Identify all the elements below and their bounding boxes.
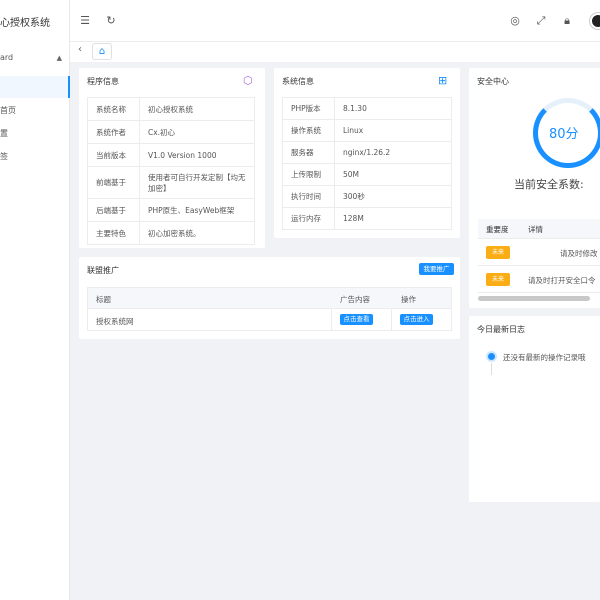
sidebar-item-active[interactable] <box>0 76 70 98</box>
log-card: 今日最新日志 <box>469 316 600 502</box>
view-ad-button[interactable]: 点击查看 <box>340 314 373 325</box>
app-brand: 心授权系统 <box>0 18 50 29</box>
caret-up-icon: ▲ <box>56 54 62 62</box>
cell-key: 系统名称 <box>87 97 140 121</box>
cell-value: 50M <box>334 163 452 186</box>
table-row: 未来 请及时修改 <box>478 240 600 266</box>
cell-key: 运行内存 <box>282 207 335 230</box>
cell-key: 执行时间 <box>282 185 335 208</box>
importance-badge: 未来 <box>486 273 510 286</box>
col-content: 广告内容 <box>340 295 370 304</box>
table-row: 操作系统 Linux <box>282 119 452 142</box>
program-info-title: 程序信息 <box>87 77 119 86</box>
log-empty-text: 还没有最新的操作记录哦 <box>503 353 586 362</box>
top-bar: ☰ ↻ ◎ ⤢ 🔒︎ <box>70 0 600 42</box>
importance-badge: 未来 <box>486 246 510 259</box>
sidebar-group-label: ard <box>0 53 14 62</box>
col-importance: 重要度 <box>486 225 509 234</box>
timeline-line <box>491 363 492 375</box>
cell-value: V1.0 Version 1000 <box>139 143 255 167</box>
promo-table-header: 标题 广告内容 操作 <box>87 287 452 309</box>
cell-value: 300秒 <box>334 185 452 208</box>
table-row: 上传限制 50M <box>282 163 452 186</box>
cell-value: Cx.初心 <box>139 120 255 144</box>
table-row: 前端基于 使用者可自行开发定制【均无加密】 <box>87 166 255 199</box>
program-info-table: 系统名称 初心授权系统 系统作者 Cx.初心 当前版本 V1.0 Version 10… <box>87 97 255 245</box>
sidebar: 心授权系统 ard ▲ 首页 置 签 <box>0 0 70 600</box>
table-row: 授权系统网 点击查看 点击进入 <box>87 309 452 331</box>
cell-value: 使用者可自行开发定制【均无加密】 <box>139 166 255 199</box>
tab-bar: ‹ ⌂ <box>70 42 600 62</box>
cell-value: 初心授权系统 <box>139 97 255 121</box>
security-detail: 请及时打开安全口令 <box>528 276 596 285</box>
refresh-icon[interactable]: ↻ <box>104 14 118 28</box>
table-row: 当前版本 V1.0 Version 1000 <box>87 143 255 167</box>
cell-value: 初心加密系统。 <box>139 221 255 245</box>
table-row: 服务器 nginx/1.26.2 <box>282 141 452 164</box>
timeline-dot <box>488 353 495 360</box>
cell-key: 前端基于 <box>87 166 140 199</box>
cell-value: 8.1.30 <box>334 97 452 120</box>
promo-row-title: 授权系统网 <box>96 317 134 326</box>
cell-key: 上传限制 <box>282 163 335 186</box>
home-icon: ⌂ <box>98 46 106 57</box>
lock-icon[interactable]: 🔒︎ <box>560 14 574 28</box>
cell-key: 当前版本 <box>87 143 140 167</box>
promo-title: 联盟推广 <box>87 266 119 275</box>
cell-value: PHP原生、EasyWeb框架 <box>139 198 255 222</box>
theme-icon[interactable]: ◎ <box>508 14 522 28</box>
menu-fold-icon[interactable]: ☰ <box>78 14 92 28</box>
chevron-left-icon[interactable]: ‹ <box>78 44 82 55</box>
security-score-label-text: 当前安全系数: <box>514 178 584 191</box>
col-title: 标题 <box>96 295 111 304</box>
column-divider <box>331 309 332 330</box>
sidebar-item-settings[interactable]: 置 <box>0 128 8 139</box>
cell-key: 后端基于 <box>87 198 140 222</box>
cube-icon: ⬡ <box>243 74 253 87</box>
cell-key: PHP版本 <box>282 97 335 120</box>
horizontal-scrollbar[interactable] <box>478 296 590 301</box>
cell-key: 系统作者 <box>87 120 140 144</box>
sidebar-item-home[interactable]: 首页 <box>0 105 16 116</box>
cell-key: 操作系统 <box>282 119 335 142</box>
table-row: 后端基于 PHP原生、EasyWeb框架 <box>87 198 255 222</box>
table-row: PHP版本 8.1.30 <box>282 97 452 120</box>
security-detail: 请及时修改 <box>560 249 598 258</box>
cell-key: 主要特色 <box>87 221 140 245</box>
avatar[interactable] <box>590 13 600 29</box>
promote-button[interactable]: 我要推广 <box>419 263 454 275</box>
system-info-table: PHP版本 8.1.30 操作系统 Linux 服务器 nginx/1.26.2 上传… <box>282 97 452 230</box>
cell-key: 服务器 <box>282 141 335 164</box>
table-row: 运行内存 128M <box>282 207 452 230</box>
sidebar-group-dashboard[interactable]: ard ▲ <box>0 52 70 66</box>
security-score-label: 当前安全系数: <box>514 176 584 192</box>
column-divider <box>391 309 392 330</box>
table-row: 执行时间 300秒 <box>282 185 452 208</box>
col-action: 操作 <box>401 295 416 304</box>
cell-value: Linux <box>334 119 452 142</box>
security-center-title: 安全中心 <box>477 77 509 86</box>
log-title: 今日最新日志 <box>477 325 525 334</box>
col-detail: 详情 <box>528 225 543 234</box>
windows-icon: ⊞ <box>438 74 448 87</box>
security-table-header: 重要度 详情 <box>478 219 600 239</box>
home-tab[interactable]: ⌂ <box>92 43 112 60</box>
cell-value: 128M <box>334 207 452 230</box>
enter-button[interactable]: 点击进入 <box>400 314 433 325</box>
sidebar-item-sign[interactable]: 签 <box>0 151 8 162</box>
table-row: 主要特色 初心加密系统。 <box>87 221 255 245</box>
fullscreen-icon[interactable]: ⤢ <box>534 14 548 28</box>
system-info-title: 系统信息 <box>282 77 314 86</box>
security-score-value: 80分 <box>549 127 579 142</box>
table-row: 系统名称 初心授权系统 <box>87 97 255 121</box>
table-row: 系统作者 Cx.初心 <box>87 120 255 144</box>
cell-value: nginx/1.26.2 <box>334 141 452 164</box>
table-row: 未来 请及时打开安全口令 <box>478 267 600 293</box>
